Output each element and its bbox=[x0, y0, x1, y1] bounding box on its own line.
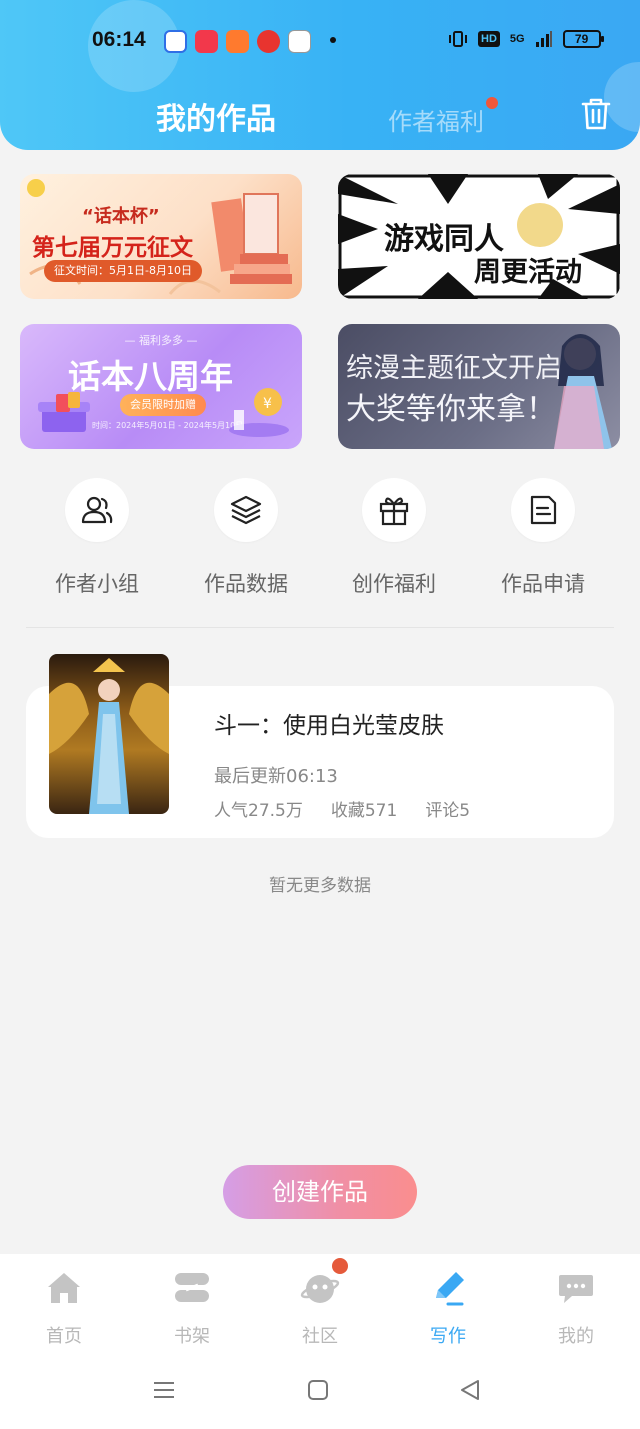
banner-tag: — 福利多多 — bbox=[124, 334, 198, 347]
banner-essay-contest[interactable]: “话本杯” 第七届万元征文 征文时间：5月1日-8月10日 bbox=[20, 174, 302, 299]
bookshelf-icon bbox=[175, 1273, 209, 1302]
calendar-app-icon bbox=[288, 30, 311, 53]
banner-subtitle: 周更活动 bbox=[474, 257, 582, 288]
system-home-button[interactable] bbox=[302, 1372, 334, 1408]
nav-community[interactable]: 社区 bbox=[280, 1268, 360, 1348]
square-home-icon bbox=[308, 1380, 328, 1400]
header: 06:14 HD 5G 79 我的作品 作者福利 bbox=[0, 0, 640, 150]
create-work-button[interactable]: 创建作品 bbox=[223, 1165, 417, 1219]
battery-indicator: 79 bbox=[562, 30, 604, 48]
back-triangle-icon bbox=[461, 1380, 479, 1400]
system-menu-button[interactable] bbox=[148, 1372, 180, 1408]
section-divider bbox=[26, 627, 614, 628]
baidu-app-icon bbox=[164, 30, 187, 53]
banner-date-pill: 征文时间：5月1日-8月10日 bbox=[44, 260, 202, 282]
work-application-icon-circle bbox=[511, 478, 575, 542]
hd-badge: HD bbox=[478, 31, 500, 47]
work-application-button[interactable]: 作品申请 bbox=[473, 478, 613, 598]
work-data-icon-circle bbox=[214, 478, 278, 542]
xiaohongshu-app-icon bbox=[195, 30, 218, 53]
author-group-icon-circle bbox=[65, 478, 129, 542]
more-notifications-dot bbox=[330, 37, 336, 43]
nav-writing[interactable]: 写作 bbox=[408, 1268, 488, 1348]
planet-icon bbox=[300, 1275, 340, 1303]
system-back-button[interactable] bbox=[454, 1372, 486, 1408]
banner-title: 综漫主题征文开启 bbox=[346, 353, 562, 384]
netease-music-app-icon bbox=[257, 30, 280, 53]
work-title[interactable]: 斗一：使用白光莹皮肤 bbox=[214, 706, 444, 740]
notification-app-icons bbox=[164, 30, 311, 53]
community-notification-dot bbox=[332, 1258, 348, 1274]
work-application-label: 作品申请 bbox=[501, 572, 585, 596]
taobao-app-icon bbox=[226, 30, 249, 53]
creation-benefits-button[interactable]: 创作福利 bbox=[324, 478, 464, 598]
books-illustration-icon bbox=[211, 193, 292, 284]
layers-icon bbox=[230, 495, 262, 525]
work-cover-image[interactable] bbox=[49, 654, 169, 814]
author-group-label: 作者小组 bbox=[55, 572, 139, 596]
nav-bookshelf-label: 书架 bbox=[174, 1326, 210, 1347]
work-cover-illustration bbox=[49, 658, 169, 814]
gift-icon bbox=[379, 497, 409, 526]
menu-icon bbox=[154, 1382, 174, 1398]
signal-icon bbox=[535, 31, 552, 47]
system-status-icons: HD 5G 79 bbox=[448, 29, 604, 49]
tab-notification-dot bbox=[486, 97, 498, 109]
trash-icon[interactable] bbox=[580, 96, 612, 132]
nav-me[interactable]: 我的 bbox=[536, 1268, 616, 1348]
banner-title: 第七届万元征文 bbox=[32, 235, 193, 261]
creation-benefits-icon-circle bbox=[362, 478, 426, 542]
document-icon bbox=[530, 495, 557, 525]
anime-girl-illustration bbox=[514, 200, 566, 250]
banner-date: 时间：2024年5月01日 - 2024年5月10日 bbox=[92, 421, 244, 430]
gift-box-icon bbox=[38, 392, 90, 432]
pen-icon bbox=[436, 1272, 464, 1306]
banner-eighth-anniversary[interactable]: — 福利多多 — 话本八周年 会员限时加赠 时间：2024年5月01日 - 20… bbox=[20, 324, 302, 449]
svg-text:¥: ¥ bbox=[263, 396, 272, 412]
author-group-button[interactable]: 作者小组 bbox=[27, 478, 167, 598]
banner-subtitle: “话本杯” bbox=[82, 206, 160, 227]
nav-me-label: 我的 bbox=[558, 1326, 594, 1347]
work-data-label: 作品数据 bbox=[204, 572, 288, 596]
status-bar: 06:14 HD 5G 79 bbox=[0, 22, 640, 62]
nav-writing-label: 写作 bbox=[430, 1326, 466, 1347]
creation-benefits-label: 创作福利 bbox=[352, 572, 436, 596]
nav-home[interactable]: 首页 bbox=[24, 1268, 104, 1348]
banner-title: 话本八周年 bbox=[68, 357, 233, 396]
work-popularity: 人气27.5万 bbox=[214, 801, 303, 821]
banner-game-fanfic[interactable]: 游戏同人 周更活动 bbox=[338, 174, 620, 299]
work-favorites: 收藏571 bbox=[330, 801, 398, 821]
work-stats: 人气27.5万 收藏571 评论5 bbox=[214, 796, 470, 821]
home-icon bbox=[48, 1273, 80, 1303]
no-more-data-text: 暂无更多数据 bbox=[269, 876, 371, 896]
tab-author-benefits[interactable]: 作者福利 bbox=[388, 102, 484, 137]
status-time: 06:14 bbox=[92, 28, 146, 51]
tab-my-works[interactable]: 我的作品 bbox=[156, 94, 276, 138]
work-comments: 评论5 bbox=[425, 801, 471, 821]
network-type: 5G bbox=[509, 33, 525, 45]
banner-anime-contest[interactable]: 综漫主题征文开启 大奖等你来拿！ bbox=[338, 324, 620, 449]
vibrate-icon bbox=[449, 31, 467, 47]
coin-icon: ¥ bbox=[229, 388, 289, 437]
banner-pill: 会员限时加赠 bbox=[120, 394, 206, 416]
nav-home-label: 首页 bbox=[46, 1326, 82, 1347]
work-data-button[interactable]: 作品数据 bbox=[176, 478, 316, 598]
nav-bookshelf[interactable]: 书架 bbox=[152, 1268, 232, 1348]
users-icon bbox=[81, 496, 113, 524]
chat-bubble-icon bbox=[559, 1275, 593, 1303]
banner-subtitle: 大奖等你来拿！ bbox=[346, 392, 556, 427]
nav-community-label: 社区 bbox=[302, 1326, 338, 1347]
work-last-update: 最后更新06:13 bbox=[214, 766, 338, 787]
